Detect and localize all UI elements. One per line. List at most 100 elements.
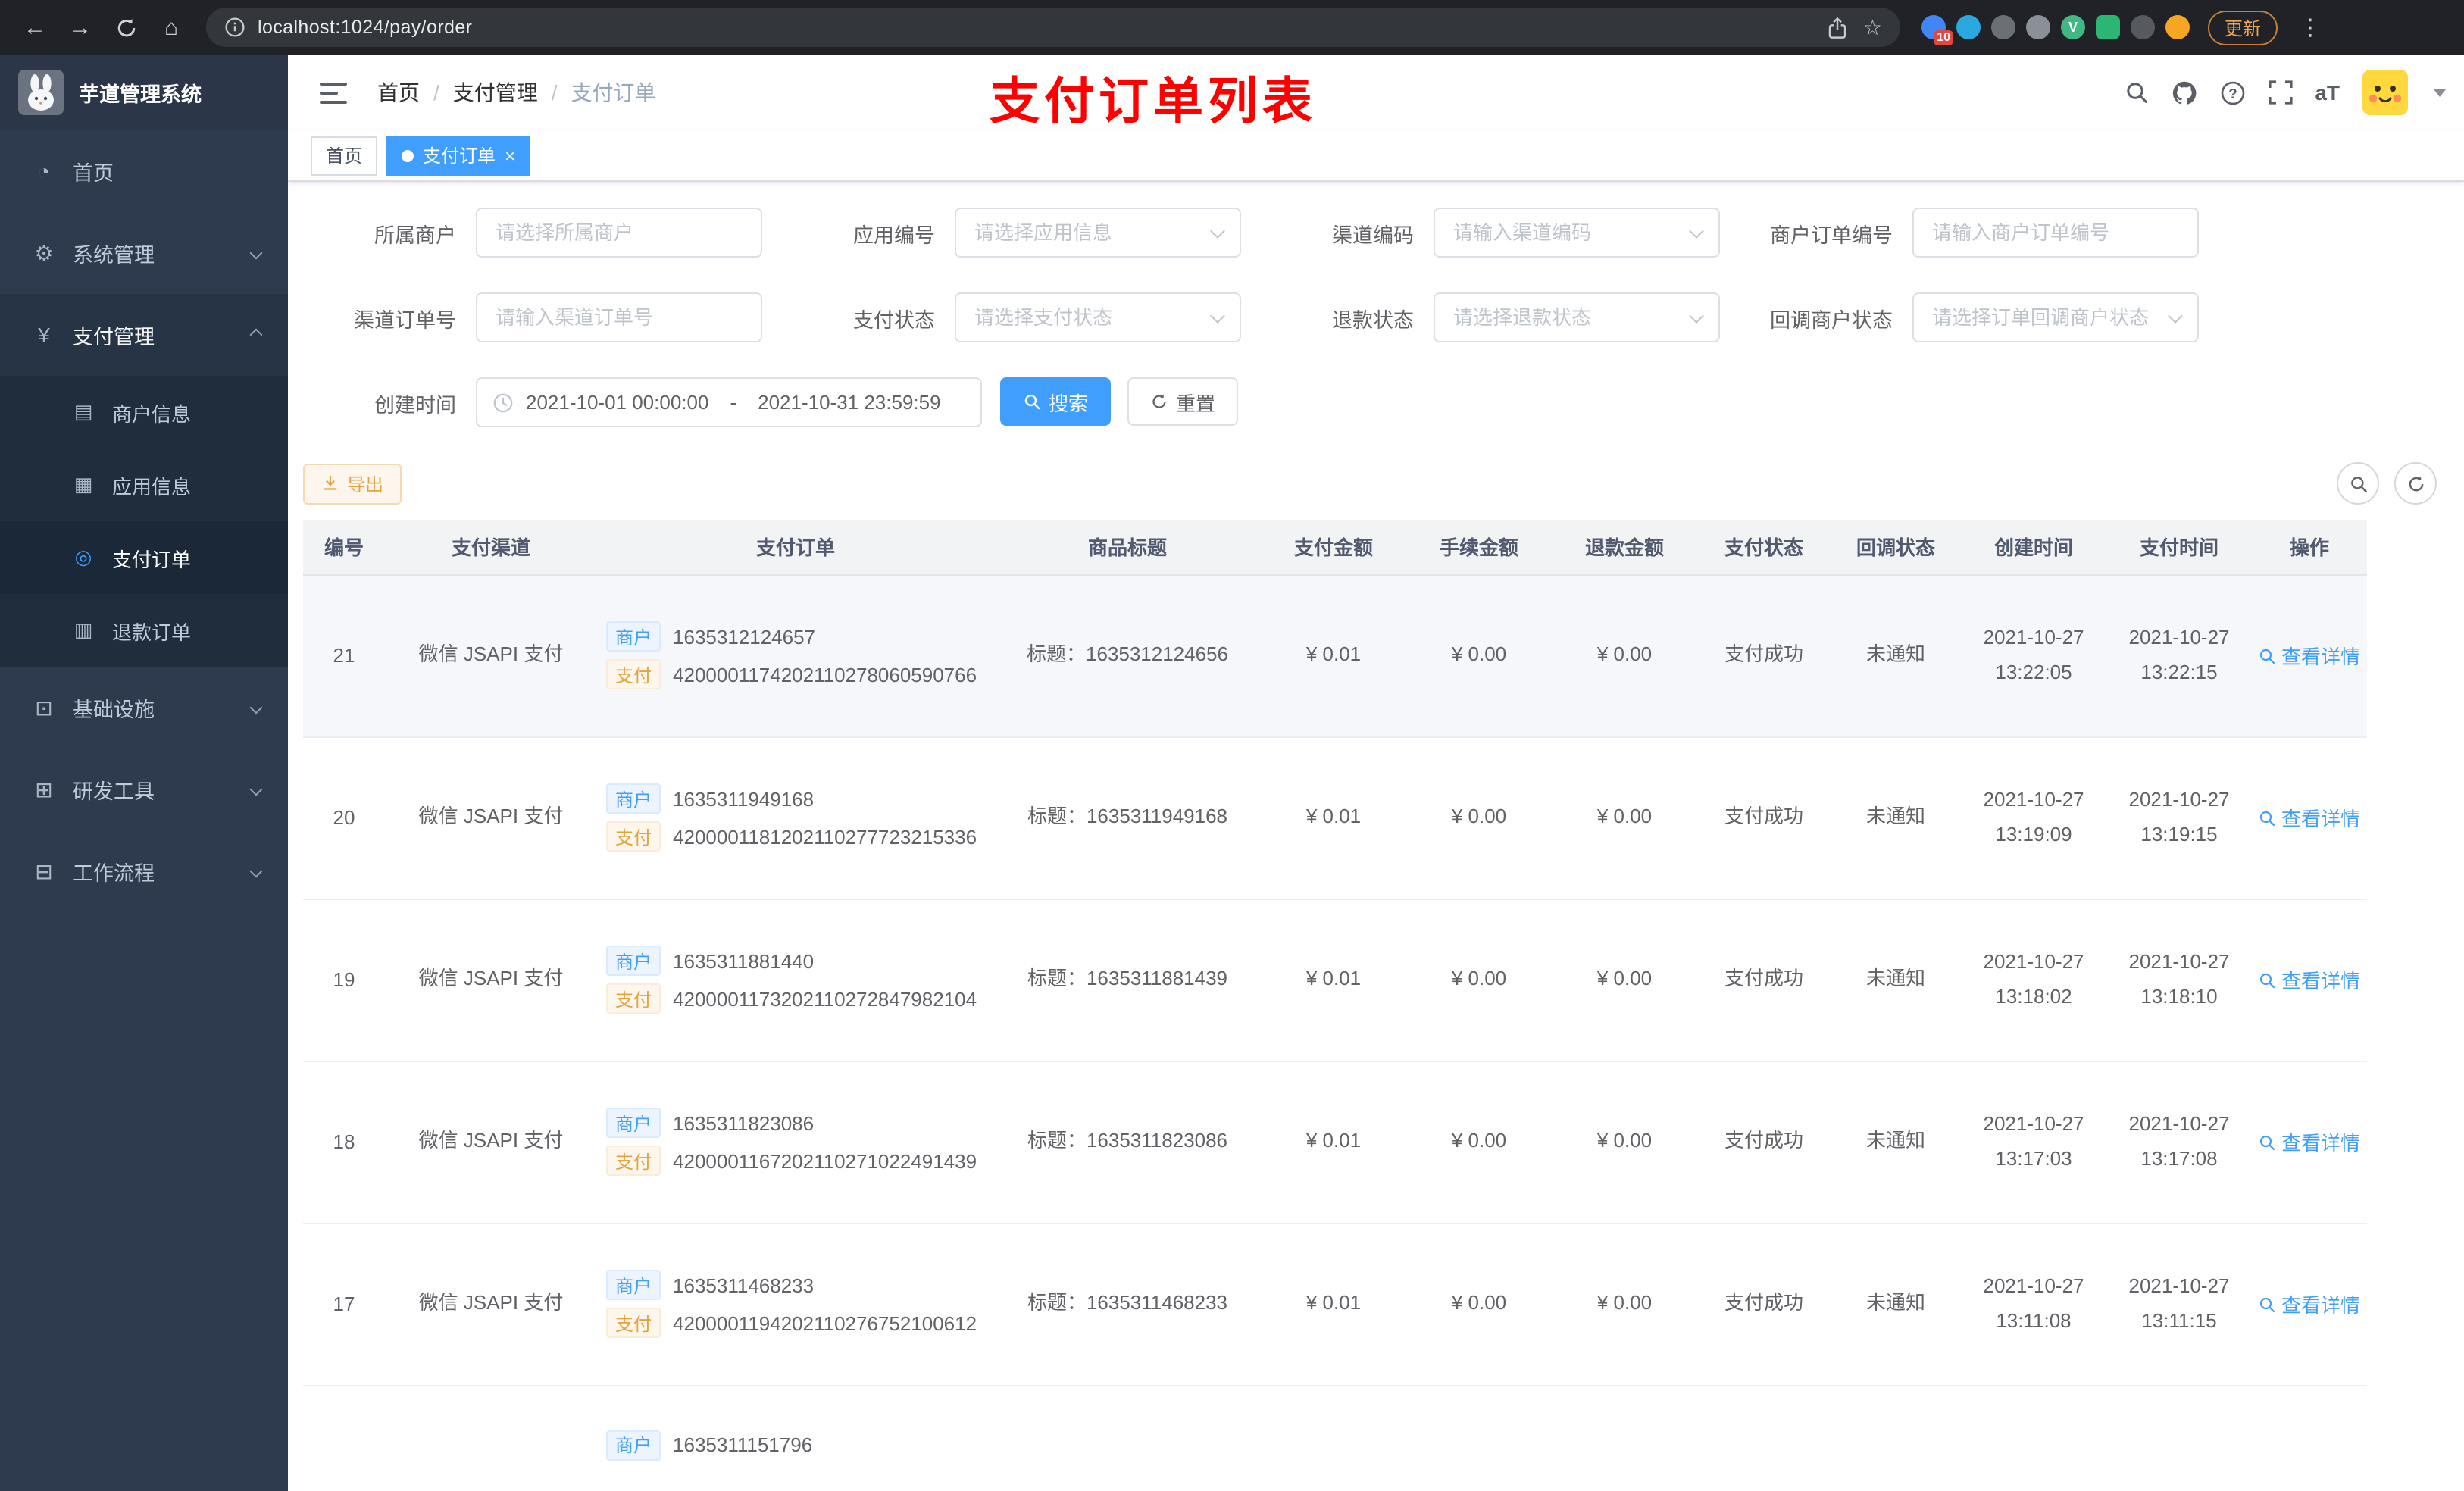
- export-button[interactable]: 导出: [303, 463, 402, 504]
- cell-action: 查看详情: [2252, 574, 2367, 737]
- filter-select-input[interactable]: [955, 292, 1241, 342]
- hamburger-icon[interactable]: [311, 75, 356, 110]
- url-text[interactable]: localhost:1024/pay/order: [258, 17, 1816, 38]
- sidebar-menu: ◔ 首页 ⚙ 系统管理 ¥ 支付管理 ▤ 商户信息 ▦ 应用信息 ◎ 支付订单 ▥ 退款订单 ⊡ 基础设施 ⊞ 研…: [0, 130, 288, 912]
- cell-title: [994, 1385, 1261, 1491]
- cell-id: [303, 1385, 385, 1491]
- filter-select-input[interactable]: [1434, 208, 1720, 258]
- address-bar[interactable]: localhost:1024/pay/order ☆: [206, 8, 1900, 47]
- navbar: 首页 / 支付管理 / 支付订单 ? aT: [288, 55, 2464, 130]
- date-start-value[interactable]: 2021-10-01 00:00:00: [526, 391, 708, 414]
- cell-notify-status: 未通知: [1831, 1061, 1961, 1224]
- merchant-no-line: 商户 1635311468233: [606, 1270, 988, 1300]
- cell-refund-amount: ¥ 0.00: [1552, 736, 1697, 899]
- sidebar-item-app-info[interactable]: ▦ 应用信息: [0, 449, 288, 521]
- chevron-up-icon: [249, 328, 263, 342]
- cell-id: 17: [303, 1223, 385, 1386]
- filter-field: 退款状态: [1261, 292, 1740, 342]
- green-extension-icon[interactable]: [2096, 15, 2120, 39]
- sidebar-item-pay[interactable]: ¥ 支付管理: [0, 294, 288, 376]
- pay-badge: 支付: [606, 1308, 661, 1338]
- fullscreen-icon[interactable]: [2268, 80, 2292, 105]
- vue-devtools-icon[interactable]: V: [2061, 15, 2085, 39]
- sidebar-item-infra[interactable]: ⊡ 基础设施: [0, 667, 288, 749]
- sidebar-item-workflow[interactable]: ⊟ 工作流程: [0, 830, 288, 912]
- chevron-down-icon[interactable]: [2434, 89, 2446, 96]
- filter-select-input[interactable]: [955, 208, 1241, 258]
- filter-text-input[interactable]: [476, 208, 762, 258]
- navbar-actions: ? aT: [2124, 55, 2446, 130]
- date-range-picker[interactable]: 2021-10-01 00:00:00 - 2021-10-31 23:59:5…: [476, 377, 982, 427]
- header-search-icon[interactable]: [2124, 80, 2148, 105]
- browser-home-button[interactable]: ⌂: [152, 8, 191, 47]
- user-avatar[interactable]: [2362, 70, 2408, 115]
- sidebar-item-system[interactable]: ⚙ 系统管理: [0, 212, 288, 294]
- app-logo-row[interactable]: 芋道管理系统: [0, 55, 288, 130]
- app-title: 芋道管理系统: [79, 83, 202, 106]
- extension-grid-icon[interactable]: 10: [1921, 15, 1953, 45]
- date-end-value[interactable]: 2021-10-31 23:59:59: [758, 391, 940, 414]
- filter-label: 创建时间: [374, 393, 456, 416]
- cell-created-time: 2021-10-27 13:22:05: [1961, 574, 2106, 737]
- browser-update-button[interactable]: 更新: [2208, 10, 2278, 45]
- column-header: 回调状态: [1831, 520, 1961, 575]
- puzzle-extension-icon[interactable]: [2131, 15, 2155, 39]
- payment-table: 编号 支付渠道 支付订单 商品标题 支付金额 手续金额 退款金额 支付状态 回调状态 创建时间 支付…: [303, 520, 2367, 1491]
- filter-row-1: 所属商户 应用编号 渠道编码 商户订单编号: [303, 208, 2449, 258]
- github-icon[interactable]: [2171, 80, 2197, 105]
- filter-label: 支付状态: [853, 308, 935, 331]
- cell-pay-amount: ¥ 0.01: [1261, 1223, 1406, 1386]
- font-size-icon[interactable]: aT: [2315, 80, 2340, 105]
- grey-extension-icon[interactable]: [2026, 15, 2050, 39]
- sidebar-item-refund-order[interactable]: ▥ 退款订单: [0, 594, 288, 667]
- cell-pay-order: 商户 1635312124657 支付 42000011742021102780605…: [597, 574, 994, 737]
- close-icon[interactable]: ×: [505, 146, 515, 164]
- merchant-card-icon: ▤: [73, 400, 93, 423]
- cell-pay-order: 商户 1635311823086 支付 42000011672021102710224…: [597, 1061, 994, 1224]
- breadcrumb-item[interactable]: 首页: [377, 77, 420, 108]
- merchant-no-line: 商户 1635311949168: [606, 783, 988, 814]
- share-icon[interactable]: [1828, 16, 1848, 39]
- toggle-search-button[interactable]: [2337, 462, 2379, 505]
- profile-avatar-icon[interactable]: [2165, 15, 2190, 39]
- column-header: 支付渠道: [385, 520, 597, 575]
- browser-forward-button[interactable]: →: [61, 8, 100, 47]
- filter-select-input[interactable]: [1434, 292, 1720, 342]
- refresh-table-button[interactable]: [2394, 462, 2437, 505]
- cell-fee-amount: ¥ 0.00: [1406, 1061, 1552, 1224]
- sidebar-item-pay-order[interactable]: ◎ 支付订单: [0, 521, 288, 594]
- cell-fee-amount: ¥ 0.00: [1406, 574, 1552, 737]
- tag-pay-order[interactable]: 支付订单 ×: [386, 136, 531, 175]
- filter-input: [1912, 208, 2199, 258]
- view-detail-link[interactable]: 查看详情: [2259, 641, 2360, 670]
- bookmark-star-icon[interactable]: ☆: [1863, 14, 1882, 40]
- extensions-cluster: 10 V: [1921, 15, 2190, 45]
- cell-pay-status: 支付成功: [1697, 736, 1831, 899]
- sidebar-item-merchant-info[interactable]: ▤ 商户信息: [0, 376, 288, 449]
- breadcrumb-item[interactable]: 支付管理: [453, 77, 538, 108]
- browser-reload-button[interactable]: [106, 8, 145, 47]
- view-detail-link[interactable]: 查看详情: [2259, 803, 2360, 832]
- view-detail-link[interactable]: 查看详情: [2259, 965, 2360, 994]
- filter-select-input[interactable]: [1912, 292, 2199, 342]
- sidebar-item-home[interactable]: ◔ 首页: [0, 130, 288, 212]
- browser-menu-icon[interactable]: ⋮: [2293, 14, 2328, 41]
- help-icon[interactable]: ?: [2219, 80, 2245, 105]
- view-detail-link[interactable]: 查看详情: [2259, 1127, 2360, 1156]
- merchant-no: 1635312124657: [673, 625, 816, 648]
- filter-label: 渠道订单号: [354, 308, 456, 331]
- drop-extension-icon[interactable]: [1956, 15, 1981, 39]
- filter-text-input[interactable]: [476, 292, 762, 342]
- camera-extension-icon[interactable]: [1991, 15, 2015, 39]
- cell-channel: [385, 1385, 597, 1491]
- filter-text-input[interactable]: [1912, 208, 2199, 258]
- reset-button[interactable]: 重置: [1127, 377, 1239, 426]
- browser-back-button[interactable]: ←: [15, 8, 55, 47]
- sidebar-item-devtools[interactable]: ⊞ 研发工具: [0, 749, 288, 830]
- tag-home[interactable]: 首页: [311, 136, 378, 175]
- search-button[interactable]: 搜索: [1000, 377, 1112, 426]
- column-header: 支付金额: [1261, 520, 1406, 575]
- pay-badge: 支付: [606, 1146, 661, 1176]
- site-info-icon[interactable]: [224, 17, 245, 38]
- view-detail-link[interactable]: 查看详情: [2259, 1289, 2360, 1318]
